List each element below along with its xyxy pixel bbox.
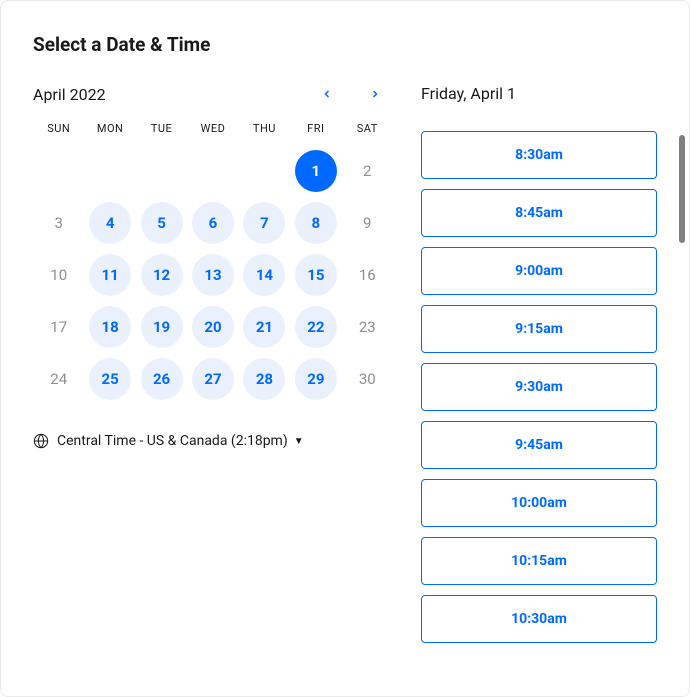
weekday-label: THU (239, 122, 290, 135)
time-slot[interactable]: 10:00am (421, 479, 657, 527)
time-slot[interactable]: 10:15am (421, 537, 657, 585)
calendar-day[interactable]: 20 (192, 306, 234, 348)
time-slot[interactable]: 9:00am (421, 247, 657, 295)
calendar-day: 2 (346, 150, 388, 192)
calendar-day[interactable]: 7 (243, 202, 285, 244)
calendar-day: 9 (346, 202, 388, 244)
time-slot[interactable]: 10:30am (421, 595, 657, 643)
weekday-label: MON (84, 122, 135, 135)
calendar-panel: April 2022 SUNMONTUEWEDTHUFRISAT 1234567… (33, 84, 393, 696)
calendar-day[interactable]: 27 (192, 358, 234, 400)
calendar-day[interactable]: 8 (295, 202, 337, 244)
calendar-day: 16 (346, 254, 388, 296)
calendar-day[interactable]: 22 (295, 306, 337, 348)
time-panel: Friday, April 1 8:30am 8:45am 9:00am 9:15am… (421, 84, 661, 696)
time-slot[interactable]: 8:45am (421, 189, 657, 237)
weekday-label: WED (187, 122, 238, 135)
calendar-day[interactable]: 4 (89, 202, 131, 244)
calendar-day[interactable]: 15 (295, 254, 337, 296)
calendar-day[interactable]: 13 (192, 254, 234, 296)
calendar-day: 24 (38, 358, 80, 400)
calendar-day: 3 (38, 202, 80, 244)
time-slot[interactable]: 9:15am (421, 305, 657, 353)
weekday-label: SUN (33, 122, 84, 135)
calendar-day[interactable]: 12 (141, 254, 183, 296)
calendar-day: 10 (38, 254, 80, 296)
chevron-right-icon (369, 88, 381, 100)
time-slot[interactable]: 8:30am (421, 131, 657, 179)
calendar-day[interactable]: 29 (295, 358, 337, 400)
selected-date-label: Friday, April 1 (421, 84, 661, 103)
chevron-left-icon (321, 88, 333, 100)
next-month-button[interactable] (365, 84, 385, 104)
weekday-label: TUE (136, 122, 187, 135)
timezone-selector[interactable]: Central Time - US & Canada (2:18pm) ▼ (33, 429, 393, 453)
calendar-day[interactable]: 6 (192, 202, 234, 244)
calendar-day: 30 (346, 358, 388, 400)
calendar-day[interactable]: 26 (141, 358, 183, 400)
calendar-day[interactable]: 25 (89, 358, 131, 400)
calendar-day[interactable]: 28 (243, 358, 285, 400)
month-label: April 2022 (33, 85, 106, 104)
time-slot[interactable]: 9:30am (421, 363, 657, 411)
time-slot[interactable]: 9:45am (421, 421, 657, 469)
prev-month-button[interactable] (317, 84, 337, 104)
globe-icon (33, 433, 49, 449)
calendar-day[interactable]: 11 (89, 254, 131, 296)
calendar-day: 17 (38, 306, 80, 348)
calendar-day[interactable]: 14 (243, 254, 285, 296)
calendar-day: 23 (346, 306, 388, 348)
calendar-day[interactable]: 5 (141, 202, 183, 244)
timezone-label: Central Time - US & Canada (2:18pm) (57, 433, 288, 449)
weekday-label: FRI (290, 122, 341, 135)
calendar-day[interactable]: 1 (295, 150, 337, 192)
page-title: Select a Date & Time (33, 33, 661, 56)
calendar-day[interactable]: 19 (141, 306, 183, 348)
calendar-day[interactable]: 18 (89, 306, 131, 348)
scrollbar-thumb[interactable] (679, 135, 685, 243)
caret-down-icon: ▼ (294, 436, 304, 447)
weekday-label: SAT (342, 122, 393, 135)
calendar-day[interactable]: 21 (243, 306, 285, 348)
